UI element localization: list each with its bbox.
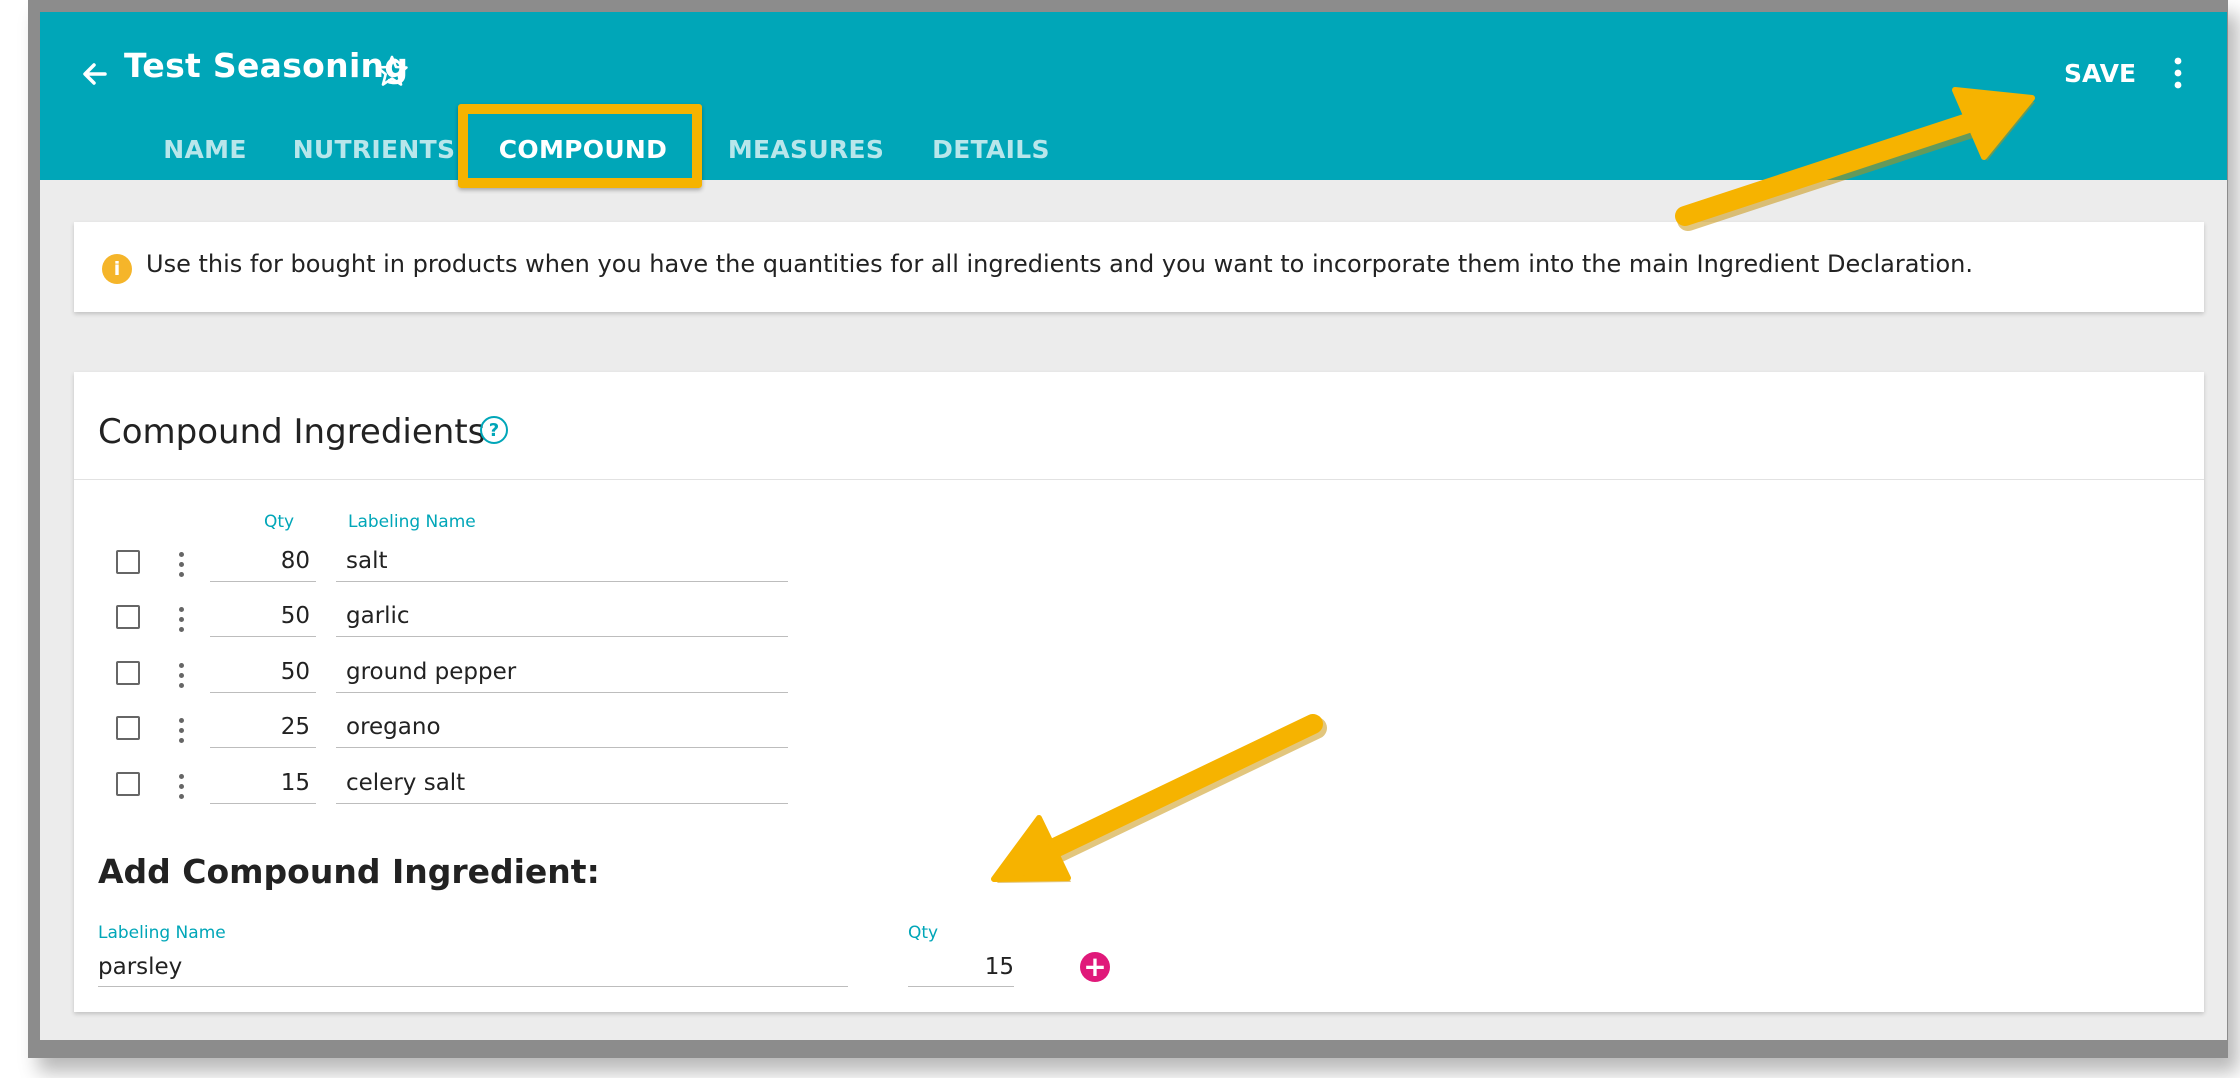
section-title: Compound Ingredients <box>98 412 486 452</box>
add-labeling-name-input[interactable] <box>98 947 848 987</box>
add-section-title: Add Compound Ingredient: <box>98 852 600 891</box>
divider <box>74 479 2204 480</box>
qty-field[interactable]: 80 <box>210 544 316 582</box>
labeling-name-field[interactable]: ground pepper <box>336 655 788 693</box>
info-icon: i <box>102 254 132 284</box>
tab-compound[interactable]: COMPOUND <box>478 118 688 180</box>
add-labeling-name-label: Labeling Name <box>98 923 226 943</box>
row-checkbox[interactable] <box>116 661 140 685</box>
more-vert-icon <box>2174 57 2182 89</box>
drag-handle-icon[interactable] <box>172 716 192 746</box>
back-button[interactable] <box>74 52 118 96</box>
labeling-name-field[interactable]: garlic <box>336 599 788 637</box>
ingredient-row: 15 celery salt <box>74 766 874 822</box>
add-qty-input[interactable] <box>908 947 1014 987</box>
ingredient-row: 80 salt <box>74 544 874 600</box>
arrow-left-icon <box>83 63 107 85</box>
tab-bar: NAME NUTRIENTS COMPOUND MEASURES DETAILS <box>40 118 2227 180</box>
labeling-name-field[interactable]: oregano <box>336 710 788 748</box>
row-checkbox[interactable] <box>116 772 140 796</box>
labeling-name-field[interactable]: celery salt <box>336 766 788 804</box>
page-title: Test Seasoning <box>124 46 409 85</box>
column-header-labeling-name: Labeling Name <box>348 512 476 532</box>
row-checkbox[interactable] <box>116 716 140 740</box>
qty-field[interactable]: 15 <box>210 766 316 804</box>
drag-handle-icon[interactable] <box>172 550 192 580</box>
compound-ingredients-card: Compound Ingredients ? Qty Labeling Name… <box>74 372 2204 1012</box>
ingredient-row: 50 garlic <box>74 599 874 655</box>
info-banner: i Use this for bought in products when y… <box>74 222 2204 312</box>
ingredient-row: 25 oregano <box>74 710 874 766</box>
help-circle-icon[interactable]: ? <box>480 416 508 444</box>
tab-name[interactable]: NAME <box>140 118 270 180</box>
labeling-name-field[interactable]: salt <box>336 544 788 582</box>
ingredient-row: 50 ground pepper <box>74 655 874 711</box>
star-outline-icon <box>376 55 408 86</box>
app-bar: Test Seasoning SAVE NAME NUTRIENTS COMPO… <box>40 12 2227 188</box>
drag-handle-icon[interactable] <box>172 661 192 691</box>
plus-circle-icon[interactable]: + <box>1080 952 1110 982</box>
app-window: Test Seasoning SAVE NAME NUTRIENTS COMPO… <box>40 12 2227 1040</box>
qty-field[interactable]: 50 <box>210 599 316 637</box>
info-text: Use this for bought in products when you… <box>146 250 1974 278</box>
tab-nutrients[interactable]: NUTRIENTS <box>279 118 469 180</box>
favorite-button[interactable] <box>371 50 413 92</box>
column-header-qty: Qty <box>264 512 295 532</box>
more-options-button[interactable] <box>2155 48 2201 98</box>
tab-details[interactable]: DETAILS <box>916 118 1066 180</box>
tab-measures[interactable]: MEASURES <box>706 118 906 180</box>
row-checkbox[interactable] <box>116 605 140 629</box>
qty-field[interactable]: 50 <box>210 655 316 693</box>
qty-field[interactable]: 25 <box>210 710 316 748</box>
drag-handle-icon[interactable] <box>172 605 192 635</box>
row-checkbox[interactable] <box>116 550 140 574</box>
drag-handle-icon[interactable] <box>172 772 192 802</box>
save-button[interactable]: SAVE <box>2050 48 2150 98</box>
add-qty-label: Qty <box>908 923 939 943</box>
